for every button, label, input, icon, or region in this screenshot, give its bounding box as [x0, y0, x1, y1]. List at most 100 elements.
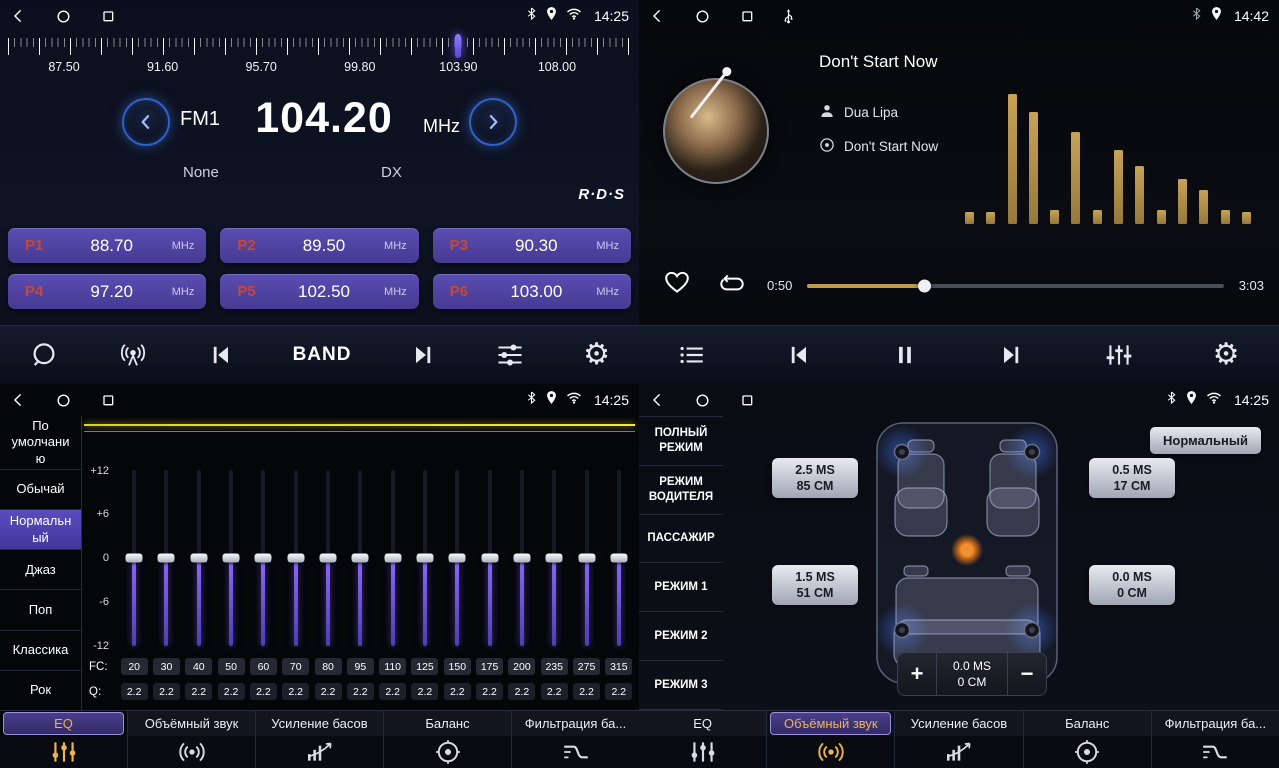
- eq-band-slider-1[interactable]: [118, 470, 150, 646]
- pause-button[interactable]: [892, 341, 918, 369]
- home-button[interactable]: [694, 8, 711, 25]
- tab-filter[interactable]: Фильтрация ба...: [511, 711, 639, 768]
- fc-value[interactable]: 50: [218, 658, 245, 675]
- audio-settings-button[interactable]: [495, 341, 525, 369]
- fc-value[interactable]: 70: [282, 658, 309, 675]
- slider-handle[interactable]: [223, 554, 240, 563]
- eq-band-slider-9[interactable]: [377, 470, 409, 646]
- eq-band-slider-10[interactable]: [409, 470, 441, 646]
- q-value[interactable]: 2.2: [444, 683, 471, 700]
- slider-handle[interactable]: [578, 554, 595, 563]
- tab-bass-boost[interactable]: Усиление басов: [255, 711, 383, 768]
- slider-handle[interactable]: [610, 554, 627, 563]
- q-value[interactable]: 2.2: [315, 683, 342, 700]
- q-value[interactable]: 2.2: [573, 683, 600, 700]
- home-button[interactable]: [694, 392, 711, 409]
- fc-value[interactable]: 60: [250, 658, 277, 675]
- fc-value[interactable]: 110: [379, 658, 406, 675]
- decrease-delay-button[interactable]: −: [1008, 653, 1046, 695]
- preset-button-p2[interactable]: P2 89.50 MHz: [220, 228, 418, 263]
- fc-value[interactable]: 235: [541, 658, 568, 675]
- eq-band-slider-4[interactable]: [215, 470, 247, 646]
- eq-band-slider-7[interactable]: [312, 470, 344, 646]
- playlist-button[interactable]: [678, 342, 706, 368]
- search-button[interactable]: [29, 340, 59, 370]
- eq-preset-normal[interactable]: Нормальный: [0, 510, 81, 550]
- eq-band-slider-3[interactable]: [183, 470, 215, 646]
- fc-value[interactable]: 175: [476, 658, 503, 675]
- eq-band-slider-16[interactable]: [603, 470, 635, 646]
- preset-button-p1[interactable]: P1 88.70 MHz: [8, 228, 206, 263]
- scan-stations-button[interactable]: [117, 341, 149, 369]
- favorite-button[interactable]: [663, 270, 691, 298]
- q-value[interactable]: 2.2: [121, 683, 148, 700]
- eq-band-slider-12[interactable]: [473, 470, 505, 646]
- back-button[interactable]: [649, 7, 666, 25]
- slider-handle[interactable]: [255, 554, 272, 563]
- q-value[interactable]: 2.2: [508, 683, 535, 700]
- fc-value[interactable]: 150: [444, 658, 471, 675]
- mode-driver[interactable]: РЕЖИМ ВОДИТЕЛЯ: [639, 466, 723, 515]
- home-button[interactable]: [55, 392, 72, 409]
- eq-band-slider-8[interactable]: [344, 470, 376, 646]
- equalizer-button[interactable]: [1104, 341, 1134, 369]
- eq-preset-rock[interactable]: Рок: [0, 671, 81, 710]
- q-value[interactable]: 2.2: [185, 683, 212, 700]
- tune-up-button[interactable]: [469, 98, 517, 146]
- eq-preset-custom[interactable]: Обычай: [0, 470, 81, 510]
- fc-value[interactable]: 125: [411, 658, 438, 675]
- seek-thumb[interactable]: [918, 280, 931, 293]
- slider-handle[interactable]: [449, 554, 466, 563]
- settings-button[interactable]: ⚙: [583, 340, 610, 370]
- q-value[interactable]: 2.2: [218, 683, 245, 700]
- q-value[interactable]: 2.2: [379, 683, 406, 700]
- tab-eq[interactable]: EQ: [639, 711, 766, 768]
- slider-handle[interactable]: [416, 554, 433, 563]
- fc-value[interactable]: 275: [573, 658, 600, 675]
- back-button[interactable]: [10, 7, 27, 25]
- previous-track-button[interactable]: [785, 341, 813, 369]
- fc-value[interactable]: 200: [508, 658, 535, 675]
- q-value[interactable]: 2.2: [476, 683, 503, 700]
- delay-front-left-button[interactable]: 2.5 MS 85 CM: [772, 458, 858, 498]
- recents-button[interactable]: [100, 8, 116, 24]
- slider-handle[interactable]: [287, 554, 304, 563]
- delay-front-right-button[interactable]: 0.5 MS 17 CM: [1089, 458, 1175, 498]
- band-button[interactable]: BAND: [293, 344, 352, 366]
- increase-delay-button[interactable]: +: [898, 653, 936, 695]
- tune-down-button[interactable]: [122, 98, 170, 146]
- slider-handle[interactable]: [158, 554, 175, 563]
- mode-3[interactable]: РЕЖИМ 3: [639, 661, 723, 710]
- preset-button-p6[interactable]: P6 103.00 MHz: [433, 274, 631, 309]
- tab-surround[interactable]: Объёмный звук: [127, 711, 255, 768]
- delay-rear-right-button[interactable]: 0.0 MS 0 CM: [1089, 565, 1175, 605]
- mode-passenger[interactable]: ПАССАЖИР: [639, 515, 723, 564]
- eq-band-slider-13[interactable]: [506, 470, 538, 646]
- preset-button-p4[interactable]: P4 97.20 MHz: [8, 274, 206, 309]
- slider-handle[interactable]: [546, 554, 563, 563]
- fc-value[interactable]: 315: [605, 658, 632, 675]
- slider-handle[interactable]: [481, 554, 498, 563]
- home-button[interactable]: [55, 8, 72, 25]
- q-value[interactable]: 2.2: [347, 683, 374, 700]
- eq-preset-jazz[interactable]: Джаз: [0, 550, 81, 590]
- recents-button[interactable]: [739, 392, 755, 408]
- next-station-button[interactable]: [409, 341, 437, 369]
- settings-button[interactable]: ⚙: [1213, 340, 1240, 370]
- previous-station-button[interactable]: [207, 341, 235, 369]
- q-value[interactable]: 2.2: [541, 683, 568, 700]
- tab-balance[interactable]: Баланс: [1023, 711, 1151, 768]
- preset-button-p3[interactable]: P3 90.30 MHz: [433, 228, 631, 263]
- back-button[interactable]: [649, 391, 666, 409]
- q-value[interactable]: 2.2: [282, 683, 309, 700]
- q-value[interactable]: 2.2: [153, 683, 180, 700]
- tab-balance[interactable]: Баланс: [383, 711, 511, 768]
- q-value[interactable]: 2.2: [605, 683, 632, 700]
- recents-button[interactable]: [100, 392, 116, 408]
- mode-full[interactable]: ПОЛНЫЙ РЕЖИМ: [639, 416, 723, 466]
- mode-1[interactable]: РЕЖИМ 1: [639, 563, 723, 612]
- next-track-button[interactable]: [997, 341, 1025, 369]
- eq-preset-classic[interactable]: Классика: [0, 631, 81, 671]
- tab-eq[interactable]: EQ: [0, 711, 127, 768]
- profile-button[interactable]: Нормальный: [1150, 427, 1261, 454]
